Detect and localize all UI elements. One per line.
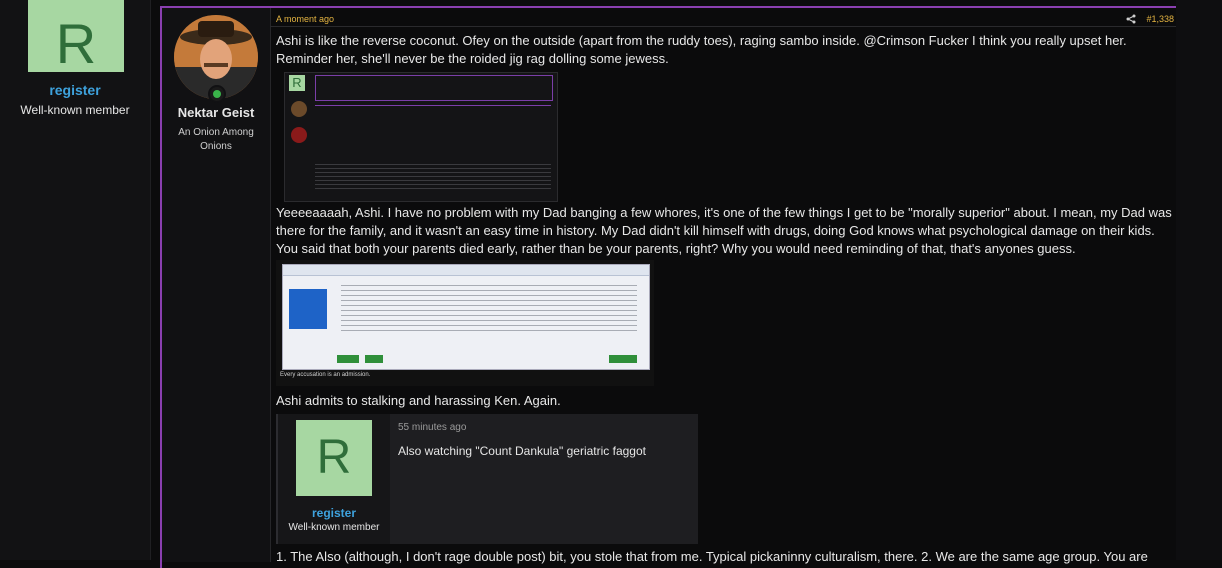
post-body: Ashi admits to stalking and harassing Ke… [276,392,1176,410]
screenshot-post-box [315,75,553,101]
post-paragraph: Ashi is like the reverse coconut. Ofey o… [276,33,1127,66]
embedded-screenshot[interactable]: Every accusation is an admission. [276,260,654,386]
screenshot-divider [315,105,551,114]
avatar[interactable]: R [28,0,124,72]
post-paragraph: Ashi admits to stalking and harassing Ke… [276,393,561,408]
post-body: Yeeeeaaaah, Ashi. I have no problem with… [276,204,1176,258]
screenshot-button [365,355,383,363]
screenshot-button [337,355,359,363]
screenshot-avatar [289,289,327,329]
embedded-quote[interactable]: R register Well-known member 55 minutes … [276,414,698,544]
post-header: A moment ago #1,338 [270,8,1178,27]
screenshot-avatar [291,127,307,143]
screenshot-text-lines [341,281,637,331]
post-paragraph: 1. The Also (although, I don't rage doub… [276,549,1148,564]
post-timestamp[interactable]: A moment ago [276,14,334,24]
screenshot-text-lines [315,161,551,191]
author-title: An Onion Among Onions [178,127,254,152]
post-body: Ashi is like the reverse coconut. Ofey o… [276,32,1176,68]
quote-timestamp[interactable]: 55 minutes ago [398,422,466,433]
username-link[interactable]: register [0,82,150,98]
post: Nektar Geist An Onion Among Onions A mom… [160,6,1178,568]
quote-text: Also watching "Count Dankula" geriatric … [398,444,646,458]
post-paragraph: Yeeeeaaaah, Ashi. I have no problem with… [276,205,1172,256]
post-number-link[interactable]: #1,338 [1146,14,1174,24]
screenshot-caption: Every accusation is an admission. [280,372,371,378]
embedded-screenshot[interactable]: R [284,72,558,202]
author-name[interactable]: Nektar Geist [162,105,270,120]
quote-username[interactable]: register [278,506,390,520]
post-user-panel: Nektar Geist An Onion Among Onions [162,8,271,562]
quote-user-role: Well-known member [288,522,380,533]
user-role: Well-known member [20,103,130,117]
avatar: R [289,75,305,91]
avatar[interactable]: R [296,420,372,496]
screenshot-button [609,355,637,363]
share-icon[interactable] [1126,14,1136,27]
screenshot-forum-post [282,264,650,370]
sidebar-user-panel: R register Well-known member [0,0,151,560]
screenshot-avatar [291,101,307,117]
quote-user-panel: R register Well-known member [278,414,390,544]
quote-content: 55 minutes ago Also watching "Count Dank… [390,414,698,544]
right-rail [1176,0,1222,560]
online-status-icon [208,85,226,103]
screenshot-post-header [283,265,649,276]
